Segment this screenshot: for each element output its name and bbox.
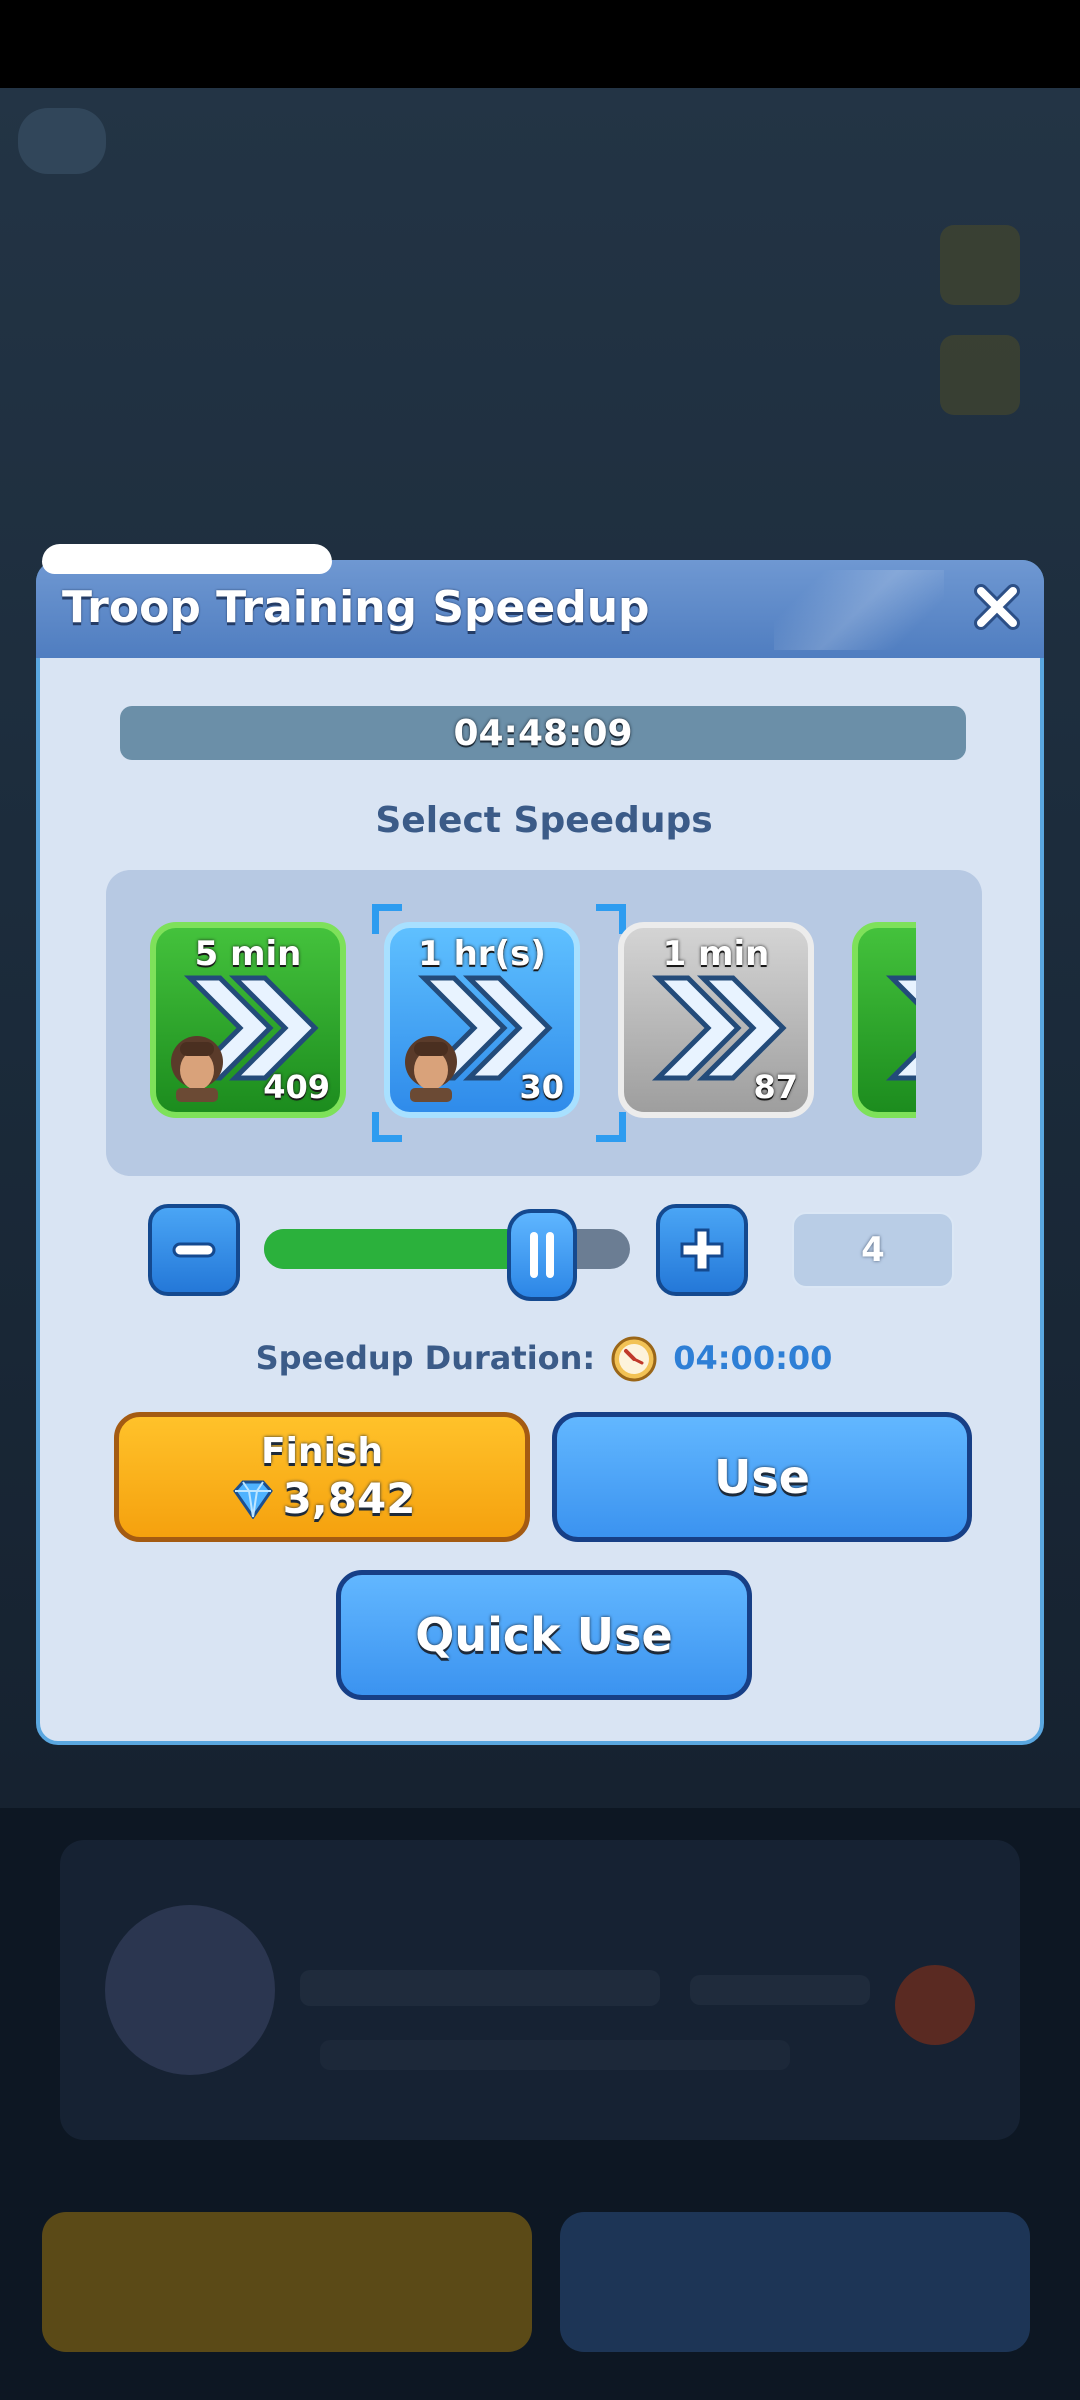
speedup-count: 409	[263, 1068, 330, 1106]
remaining-time-bar: 04:48:09	[120, 706, 966, 760]
use-button[interactable]: Use	[552, 1412, 972, 1542]
status-bar	[0, 0, 1080, 88]
dialog-header: Troop Training Speedup	[36, 560, 1044, 658]
minus-icon	[172, 1242, 216, 1258]
background-text-line	[300, 1970, 660, 2006]
speedup-duration-label: 5 min	[194, 934, 302, 974]
quick-use-button[interactable]: Quick Use	[336, 1570, 752, 1700]
speedup-duration-value: 04:00:00	[673, 1339, 833, 1377]
increase-button[interactable]	[656, 1204, 748, 1296]
background-side-icon	[940, 225, 1020, 305]
finish-label: Finish	[261, 1431, 383, 1472]
stopwatch-icon	[611, 1336, 657, 1382]
background-back-button	[18, 108, 106, 174]
soldier-avatar-icon	[171, 1036, 223, 1102]
speedup-dialog: Troop Training Speedup 04:48:09 Select S…	[36, 544, 1044, 1745]
speedup-duration-label: 1 min	[662, 934, 770, 974]
speedup-duration-label: 1 hr(s)	[418, 934, 546, 974]
selection-corner	[372, 904, 402, 934]
finish-button[interactable]: Finish 3,842	[114, 1412, 530, 1542]
soldier-avatar-icon	[405, 1036, 457, 1102]
close-button[interactable]	[964, 574, 1030, 640]
slider-fill	[264, 1229, 543, 1269]
background-red-icon	[895, 1965, 975, 2045]
plus-icon	[680, 1228, 724, 1272]
decrease-button[interactable]	[148, 1204, 240, 1296]
quantity-field[interactable]: 4	[792, 1212, 954, 1288]
speedup-count: 30	[519, 1068, 564, 1106]
finish-cost-value: 3,842	[282, 1474, 416, 1523]
background-avatar	[105, 1905, 275, 2075]
selection-corner	[596, 904, 626, 934]
speedup-item-1hr[interactable]: 1 hr(s) 30	[384, 922, 580, 1118]
selection-corner	[596, 1112, 626, 1142]
dialog-title: Troop Training Speedup	[62, 581, 650, 633]
quantity-slider[interactable]	[264, 1209, 630, 1301]
section-title: Select Speedups	[375, 800, 713, 841]
speedup-item-partial[interactable]: 5	[852, 922, 916, 1118]
finish-cost: 3,842	[229, 1474, 416, 1523]
background-side-icon	[940, 335, 1020, 415]
speedup-duration-row: Speedup Duration: 04:00:00	[40, 1330, 1048, 1386]
snow-decoration	[42, 544, 332, 574]
background-timer	[690, 1975, 870, 2005]
background-text-line	[320, 2040, 790, 2070]
speedup-list[interactable]: 5 min 409 1 hr(s) 30 1 min 87	[106, 870, 982, 1176]
speedup-duration-label: 5	[858, 934, 916, 974]
header-decoration	[774, 570, 944, 650]
speedup-count: 87	[753, 1068, 798, 1106]
selection-corner	[372, 1112, 402, 1142]
background-yellow-button	[42, 2212, 532, 2352]
double-chevron-icon	[885, 975, 916, 1081]
background-blue-button	[560, 2212, 1030, 2352]
close-icon	[974, 584, 1020, 630]
gem-icon	[232, 1480, 273, 1519]
speedup-item-partial-clip: 5	[852, 922, 916, 1118]
speedup-item-1min[interactable]: 1 min 87	[618, 922, 814, 1118]
slider-handle[interactable]	[507, 1209, 578, 1301]
speedup-item-5min[interactable]: 5 min 409	[150, 922, 346, 1118]
speedup-duration-label: Speedup Duration:	[255, 1339, 596, 1377]
